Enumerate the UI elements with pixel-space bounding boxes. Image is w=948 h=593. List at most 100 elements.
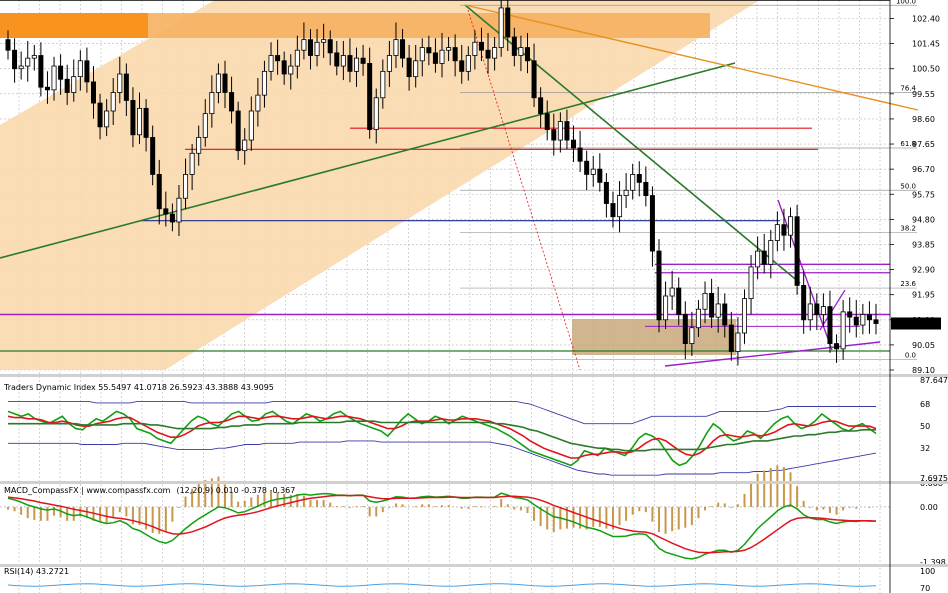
supply-zone [148, 13, 710, 38]
candle-body [636, 174, 642, 183]
panel-separator [0, 374, 948, 377]
candle-body [104, 110, 110, 128]
candle-body [235, 110, 241, 152]
rsi-tick-label: 100 [920, 567, 935, 576]
price-tick-label: 90.05 [912, 341, 935, 350]
price-tick-label: 99.55 [912, 90, 935, 99]
tdi-header: Traders Dynamic Index 55.5497 41.0718 26… [3, 383, 274, 392]
macd-params: (12,20,9) 0.010 -0.378 -0.367 [176, 486, 295, 495]
candle-body [715, 303, 721, 318]
candle-body [288, 65, 294, 75]
candle-body [485, 49, 491, 59]
candle-body [307, 39, 313, 56]
candle-body [183, 174, 189, 199]
candle-body [761, 250, 767, 265]
candle-body [465, 55, 471, 72]
candle-body [564, 121, 570, 141]
candle-body [419, 47, 425, 62]
candle-body [617, 195, 623, 218]
candle-body [834, 343, 840, 350]
candle-body [649, 195, 655, 252]
candle-body [202, 113, 208, 138]
tdi-tick-label: 68 [920, 400, 930, 409]
candle-body [25, 57, 31, 67]
candle-body [459, 60, 465, 72]
candle-body [603, 181, 609, 204]
candle-body [702, 292, 708, 310]
candle-body [64, 78, 70, 93]
candle-body [768, 240, 774, 265]
candle-body [97, 102, 103, 128]
candle-body [248, 110, 254, 141]
candle-body [77, 60, 83, 78]
candle-body [426, 47, 432, 54]
tdi-tick-label: 87.6472 [920, 376, 948, 385]
candle-body [689, 327, 695, 344]
candle-body [275, 55, 281, 62]
candle-body [695, 308, 701, 329]
candle-body [84, 60, 90, 83]
candle-body [386, 55, 392, 72]
candle-body [676, 287, 682, 315]
forex-chart: 100.076.461.850.038.223.60.0 87.64726850… [0, 0, 948, 593]
candle-body [71, 76, 77, 93]
candle-body [44, 86, 50, 91]
price-tick-label: 91.95 [912, 291, 935, 300]
candle-body [866, 314, 872, 321]
fib-label: 38.2 [900, 225, 916, 233]
fib-label: 0.0 [905, 351, 916, 359]
candle-body [873, 319, 879, 324]
candle-body [472, 41, 478, 56]
candle-body [814, 303, 820, 315]
candle-body [643, 181, 649, 196]
candle-body [367, 63, 373, 130]
macd-tick-label: 0.00 [920, 503, 938, 512]
candle-body [630, 174, 636, 191]
candle-body [847, 311, 853, 318]
candle-body [446, 47, 452, 51]
candle-body [735, 332, 741, 352]
price-tick-label: 101.45 [912, 40, 940, 49]
candle-body [505, 7, 511, 38]
candle-body [150, 137, 156, 175]
candle-body [709, 292, 715, 318]
candle-body [117, 73, 123, 93]
candle-body [669, 287, 675, 297]
candle-body [327, 39, 333, 54]
candle-body [557, 121, 563, 141]
fib-label: 23.6 [900, 280, 916, 288]
candle-body [663, 295, 669, 321]
price-tick-label: 98.60 [912, 115, 935, 124]
candle-body [301, 39, 307, 51]
macd-header: MACD_CompassFX | www.compassfx.com (12,20… [4, 486, 295, 495]
candle-body [538, 97, 544, 115]
candle-body [156, 174, 162, 210]
candle-body [544, 113, 550, 130]
candle-body [137, 107, 143, 136]
tdi-tick-label: 50 [920, 422, 930, 431]
candle-body [189, 152, 195, 175]
candle-body [439, 49, 445, 64]
candle-body [360, 57, 366, 64]
candle-body [577, 147, 583, 162]
rsi-tick-label: 70 [920, 584, 930, 593]
candle-body [413, 60, 419, 78]
price-tick-label: 102.40 [912, 15, 940, 24]
candle-body [610, 203, 616, 218]
candle-body [518, 47, 524, 56]
candle-body [314, 41, 320, 56]
candle-body [511, 36, 517, 56]
candle-body [268, 55, 274, 72]
candle-body [393, 39, 399, 56]
candle-body [281, 60, 287, 75]
candle-body [143, 107, 149, 138]
fib-label: 50.0 [900, 182, 916, 190]
candle-body [807, 303, 813, 321]
supply-zone-strong [0, 13, 148, 38]
candle-body [373, 97, 379, 130]
price-tick-label: 95.75 [912, 190, 935, 199]
candle-body [380, 70, 386, 99]
candle-body [222, 73, 228, 93]
candle-body [722, 303, 728, 326]
candle-body [774, 224, 780, 241]
